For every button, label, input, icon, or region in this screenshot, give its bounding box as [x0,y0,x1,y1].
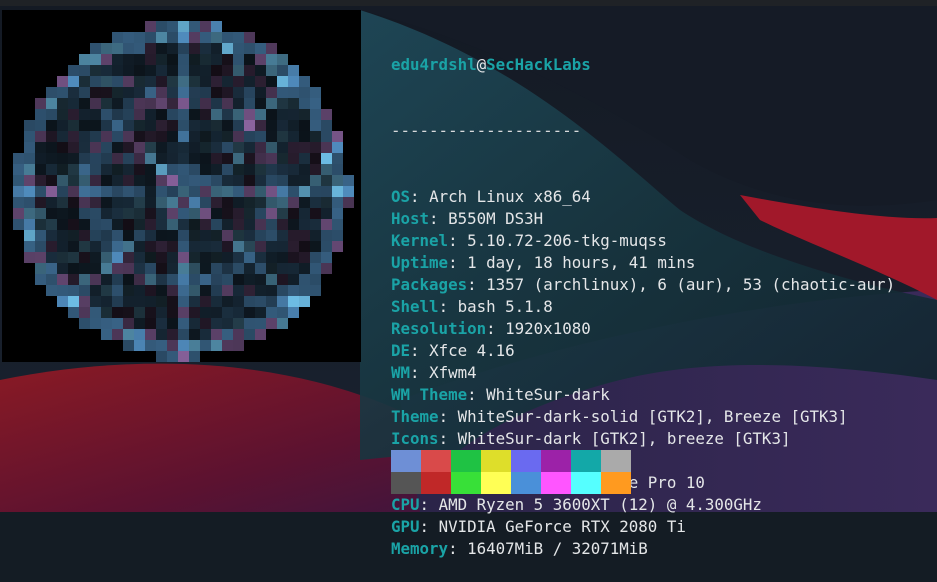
info-line: GPU: NVIDIA GeForce RTX 2080 Ti [391,516,895,538]
info-key: Kernel [391,231,449,250]
info-line: Shell: bash 5.1.8 [391,296,895,318]
color-swatch [391,472,421,494]
info-colon: : [438,297,458,316]
info-value: 1920x1080 [505,319,591,338]
color-swatch [481,450,511,472]
info-key: OS [391,187,411,206]
color-swatch [571,450,601,472]
info-line: DE: Xfce 4.16 [391,340,895,362]
info-colon: : [419,495,439,514]
info-value: B550M DS3H [448,209,544,228]
info-key: WM Theme [391,385,468,404]
info-key: GPU [391,517,420,536]
info-line: Icons: WhiteSur-dark [GTK2], breeze [GTK… [391,428,895,450]
info-value: Arch Linux x86_64 [429,187,591,206]
info-key: DE [391,341,411,360]
info-value: bash 5.1.8 [457,297,553,316]
info-colon: : [410,341,430,360]
info-value: AMD Ryzen 5 3600XT (12) @ 4.300GHz [438,495,762,514]
info-key: CPU [391,495,420,514]
info-colon: : [438,429,458,448]
info-value: WhiteSur-dark-solid [GTK2], Breeze [GTK3… [457,407,848,426]
info-key: Packages [391,275,468,294]
info-line: WM Theme: WhiteSur-dark [391,384,895,406]
info-key: Theme [391,407,439,426]
info-key: Icons [391,429,439,448]
info-line: Memory: 16407MiB / 32071MiB [391,538,895,560]
separator-line: -------------------- [391,121,582,140]
color-swatch [511,450,541,472]
info-line: Uptime: 1 day, 18 hours, 41 mins [391,252,895,274]
info-colon: : [429,209,449,228]
color-swatch [541,450,571,472]
user-host-line: edu4rdshl@SecHackLabs [391,54,895,76]
info-value: 1 day, 18 hours, 41 mins [467,253,696,272]
info-key: Memory [391,539,449,558]
top-panel-strip [0,0,937,6]
info-line: WM: Xfwm4 [391,362,895,384]
info-key: WM [391,363,411,382]
info-colon: : [419,517,439,536]
info-line: OS: Arch Linux x86_64 [391,186,895,208]
info-line: Theme: WhiteSur-dark-solid [GTK2], Breez… [391,406,895,428]
info-value: 16407MiB / 32071MiB [467,539,648,558]
info-key: Host [391,209,430,228]
info-line: Packages: 1357 (archlinux), 6 (aur), 53 … [391,274,895,296]
info-value: WhiteSur-dark [GTK2], breeze [GTK3] [457,429,791,448]
info-key: Uptime [391,253,449,272]
info-value: 5.10.72-206-tkg-muqss [467,231,667,250]
color-swatch [421,472,451,494]
color-swatch [481,472,511,494]
info-colon: : [467,385,487,404]
info-value: WhiteSur-dark [486,385,610,404]
color-palette [391,450,631,494]
info-value: Xfce 4.16 [429,341,515,360]
info-value: 1357 (archlinux), 6 (aur), 53 (chaotic-a… [486,275,896,294]
info-line: Kernel: 5.10.72-206-tkg-muqss [391,230,895,252]
color-swatch [601,450,631,472]
info-colon: : [410,363,430,382]
color-swatch [571,472,601,494]
info-line: Host: B550M DS3H [391,208,895,230]
info-key: Resolution [391,319,487,338]
info-colon: : [448,253,468,272]
pixelated-wheel-logo-icon [2,10,361,362]
at-sign: @ [476,55,487,74]
color-swatch [541,472,571,494]
info-colon: : [448,231,468,250]
info-colon: : [410,187,430,206]
info-lines: OS: Arch Linux x86_64 Host: B550M DS3H Ker… [391,186,895,560]
hostname: SecHackLabs [486,55,591,74]
info-value: Xfwm4 [429,363,477,382]
palette-row-bright [391,472,631,494]
color-swatch [451,472,481,494]
color-swatch [391,450,421,472]
info-line: Resolution: 1920x1080 [391,318,895,340]
info-value: NVIDIA GeForce RTX 2080 Ti [438,517,686,536]
palette-row-normal [391,450,631,472]
info-colon: : [448,539,468,558]
info-colon: : [438,407,458,426]
username: edu4rdshl [391,55,477,74]
color-swatch [511,472,541,494]
color-swatch [601,472,631,494]
color-swatch [451,450,481,472]
color-swatch [421,450,451,472]
info-line: CPU: AMD Ryzen 5 3600XT (12) @ 4.300GHz [391,494,895,516]
info-key: Shell [391,297,439,316]
info-colon: : [467,275,487,294]
info-colon: : [486,319,506,338]
neofetch-output: edu4rdshl@SecHackLabs ------------------… [391,10,895,582]
